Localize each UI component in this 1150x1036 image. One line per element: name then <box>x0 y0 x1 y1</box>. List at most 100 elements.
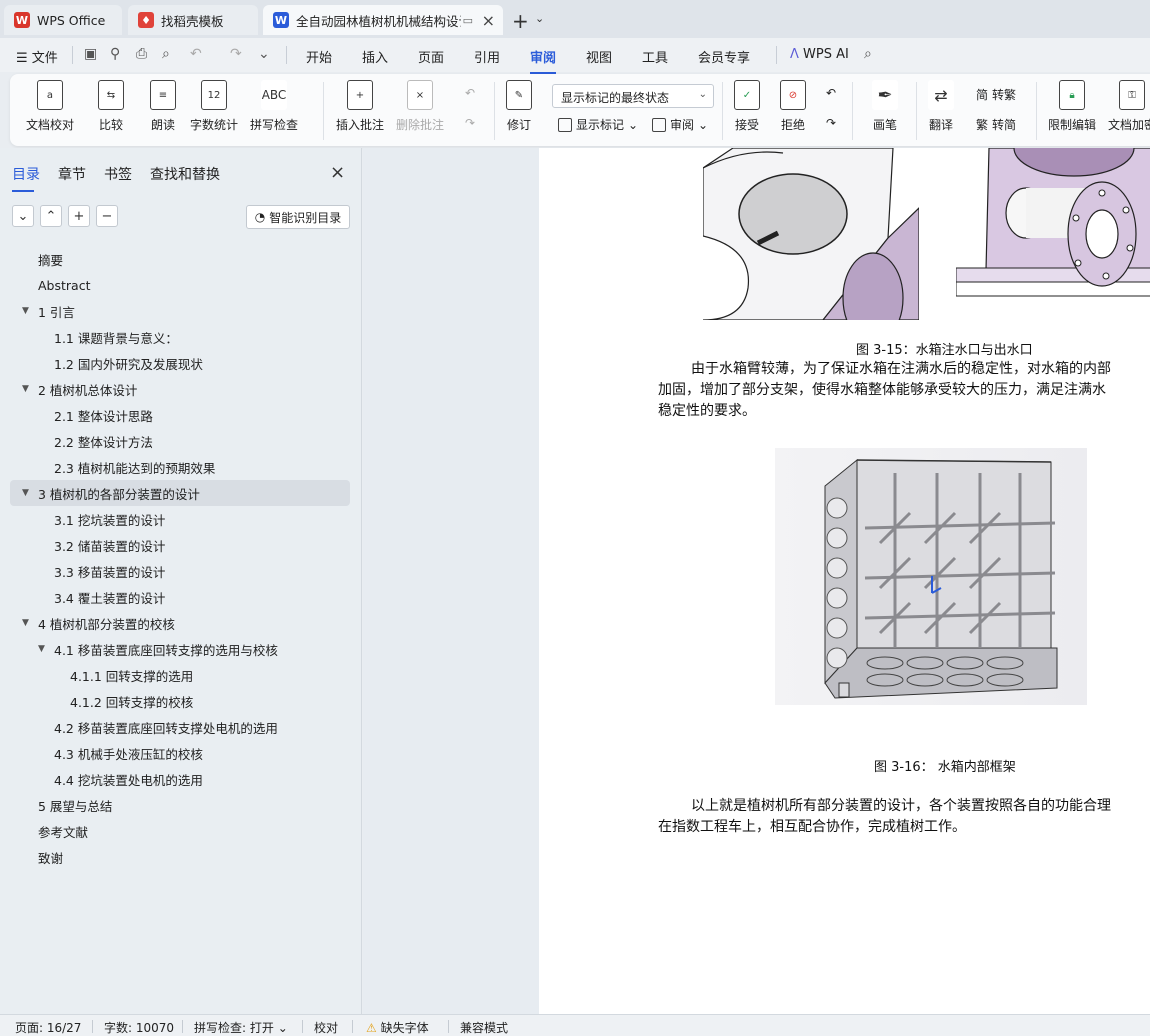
expand-arrow-icon[interactable]: ▼ <box>38 644 45 654</box>
add-toc-item-icon[interactable]: + <box>68 205 90 227</box>
read-aloud-button[interactable]: ≡ 朗读 <box>150 80 176 133</box>
menu-home[interactable]: 开始 <box>306 47 332 66</box>
close-panel-icon[interactable]: × <box>330 162 345 183</box>
divider <box>182 1020 183 1033</box>
revise-button[interactable]: ✎ 修订 <box>506 80 532 133</box>
to-simplified-label: 转简 <box>992 118 1017 132</box>
prev-comment-icon[interactable]: ↶ <box>465 86 475 100</box>
expand-down-icon[interactable]: ⌄ <box>12 205 34 227</box>
menu-member[interactable]: 会员专享 <box>698 47 750 66</box>
expand-arrow-icon[interactable]: ▼ <box>22 618 29 628</box>
spell-check-button[interactable]: ABC 拼写检查 <box>250 80 298 133</box>
toc-item[interactable]: ▼ 3 植树机的各部分装置的设计 <box>10 480 350 506</box>
toc-item[interactable]: 5 展望与总结 <box>10 792 350 818</box>
menu-insert[interactable]: 插入 <box>362 47 388 66</box>
toc-item[interactable]: 4.1.1 回转支撑的选用 <box>10 662 350 688</box>
accept-button[interactable]: ✓ 接受 <box>734 80 760 133</box>
word-count-button[interactable]: 12 字数统计 <box>190 80 238 133</box>
expand-arrow-icon[interactable]: ▼ <box>22 306 29 316</box>
expand-arrow-icon[interactable]: ▼ <box>22 488 29 498</box>
toc-item[interactable]: 2.2 整体设计方法 <box>10 428 350 454</box>
pen-button[interactable]: ✒ 画笔 <box>872 80 898 133</box>
toc-item[interactable]: 4.2 移苗装置底座回转支撑处电机的选用 <box>10 714 350 740</box>
expand-arrow-icon[interactable]: ▼ <box>22 384 29 394</box>
tab-list-chevron-icon[interactable]: ⌄ <box>535 12 544 25</box>
toc-item[interactable]: 3.1 挖坑装置的设计 <box>10 506 350 532</box>
doc-encrypt-icon: ⚿ <box>1119 80 1145 110</box>
proof-status[interactable]: 校对 <box>314 1019 338 1036</box>
delete-comment-button[interactable]: × 删除批注 <box>396 80 444 133</box>
reject-icon: ⊘ <box>780 80 806 110</box>
doc-check-button[interactable]: a 文档校对 <box>26 80 74 133</box>
search-icon[interactable]: ⌕ <box>864 46 872 62</box>
toc-item[interactable]: 参考文献 <box>10 818 350 844</box>
quick-access-chevron-icon[interactable]: ⌄ <box>258 46 270 62</box>
tab-find-replace[interactable]: 查找和替换 <box>150 164 220 192</box>
window-mode-icon[interactable]: ▭ <box>463 14 473 27</box>
undo-icon[interactable]: ↶ <box>190 46 202 62</box>
smart-toc-button[interactable]: ◔ 智能识别目录 <box>246 205 350 229</box>
docer-logo-icon: ♦ <box>138 12 154 28</box>
translate-button[interactable]: ⇄ 翻译 <box>928 80 954 133</box>
tab-wps-office[interactable]: W WPS Office <box>4 5 122 35</box>
tab-template[interactable]: ♦ 找稻壳模板 <box>128 5 258 35</box>
menu-review[interactable]: 审阅 <box>530 47 557 74</box>
doc-encrypt-button[interactable]: ⚿ 文档加密 <box>1108 80 1150 133</box>
spell-check-status[interactable]: 拼写检查: 打开 ⌄ <box>194 1019 288 1036</box>
insert-comment-label: 插入批注 <box>336 118 385 132</box>
remove-toc-item-icon[interactable]: − <box>96 205 118 227</box>
toc-item[interactable]: ▼ 1 引言 <box>10 298 350 324</box>
save-icon[interactable]: ▣ <box>84 46 97 62</box>
toc-item[interactable]: ▼ 2 植树机总体设计 <box>10 376 350 402</box>
toc-item[interactable]: 致谢 <box>10 844 350 870</box>
toc-item[interactable]: Abstract <box>10 272 350 298</box>
to-simplified-button[interactable]: 繁转简 <box>976 116 1016 133</box>
spell-check-label: 拼写检查 <box>250 118 299 132</box>
redo-icon[interactable]: ↷ <box>230 46 242 62</box>
menu-page[interactable]: 页面 <box>418 47 444 66</box>
toc-item[interactable]: 4.3 机械手处液压缸的校核 <box>10 740 350 766</box>
next-comment-icon[interactable]: ↷ <box>465 116 475 130</box>
prev-change-icon[interactable]: ↶ <box>826 86 836 100</box>
tab-toc[interactable]: 目录 <box>12 164 40 192</box>
word-count-status[interactable]: 字数: 10070 <box>104 1019 174 1036</box>
toc-item-label: 致谢 <box>38 850 64 866</box>
tab-chapters[interactable]: 章节 <box>58 164 86 192</box>
missing-font-status[interactable]: ⚠ 缺失字体 <box>366 1019 429 1036</box>
tab-bookmarks[interactable]: 书签 <box>104 164 132 192</box>
insert-comment-button[interactable]: + 插入批注 <box>336 80 384 133</box>
new-tab-icon[interactable]: + <box>512 9 529 33</box>
toc-item[interactable]: 4.4 挖坑装置处电机的选用 <box>10 766 350 792</box>
print-icon[interactable]: ⎙ <box>136 46 147 62</box>
tab-document[interactable]: W 全自动园林植树机机械结构设计 ▭ × <box>263 5 503 35</box>
close-tab-icon[interactable]: × <box>482 11 495 30</box>
toc-item[interactable]: 3.4 覆土装置的设计 <box>10 584 350 610</box>
toc-item[interactable]: ▼ 4.1 移苗装置底座回转支撑的选用与校核 <box>10 636 350 662</box>
toc-item[interactable]: 摘要 <box>10 246 350 272</box>
show-markup-button[interactable]: 显示标记 ⌄ <box>558 116 638 133</box>
page-indicator[interactable]: 页面: 16/27 <box>15 1019 81 1036</box>
markup-state-select[interactable]: 显示标记的最终状态 ⌄ <box>552 84 714 108</box>
compare-button[interactable]: ⇆ 比较 <box>98 80 124 133</box>
toc-item[interactable]: 1.2 国内外研究及发展现状 <box>10 350 350 376</box>
file-menu[interactable]: ☰ 文件 <box>16 47 58 66</box>
review-pane-button[interactable]: 审阅 ⌄ <box>652 116 708 133</box>
toc-item[interactable]: 2.3 植树机能达到的预期效果 <box>10 454 350 480</box>
menu-view[interactable]: 视图 <box>586 47 612 66</box>
wps-ai-button[interactable]: Ʌ WPS AI <box>790 47 849 62</box>
toc-item[interactable]: ▼ 4 植树机部分装置的校核 <box>10 610 350 636</box>
print-preview-icon[interactable]: ⌕ <box>162 46 170 62</box>
toc-item[interactable]: 3.2 储苗装置的设计 <box>10 532 350 558</box>
menu-references[interactable]: 引用 <box>474 47 500 66</box>
toc-item[interactable]: 4.1.2 回转支撑的校核 <box>10 688 350 714</box>
to-traditional-button[interactable]: 简转繁 <box>976 86 1016 103</box>
collapse-up-icon[interactable]: ⌃ <box>40 205 62 227</box>
reject-button[interactable]: ⊘ 拒绝 <box>780 80 806 133</box>
menu-tools[interactable]: 工具 <box>642 47 668 66</box>
restrict-edit-button[interactable]: 🔒︎ 限制编辑 <box>1048 80 1096 133</box>
share-icon[interactable]: ⚲ <box>110 46 120 62</box>
next-change-icon[interactable]: ↷ <box>826 116 836 130</box>
toc-item[interactable]: 3.3 移苗装置的设计 <box>10 558 350 584</box>
toc-item[interactable]: 1.1 课题背景与意义： <box>10 324 350 350</box>
toc-item[interactable]: 2.1 整体设计思路 <box>10 402 350 428</box>
